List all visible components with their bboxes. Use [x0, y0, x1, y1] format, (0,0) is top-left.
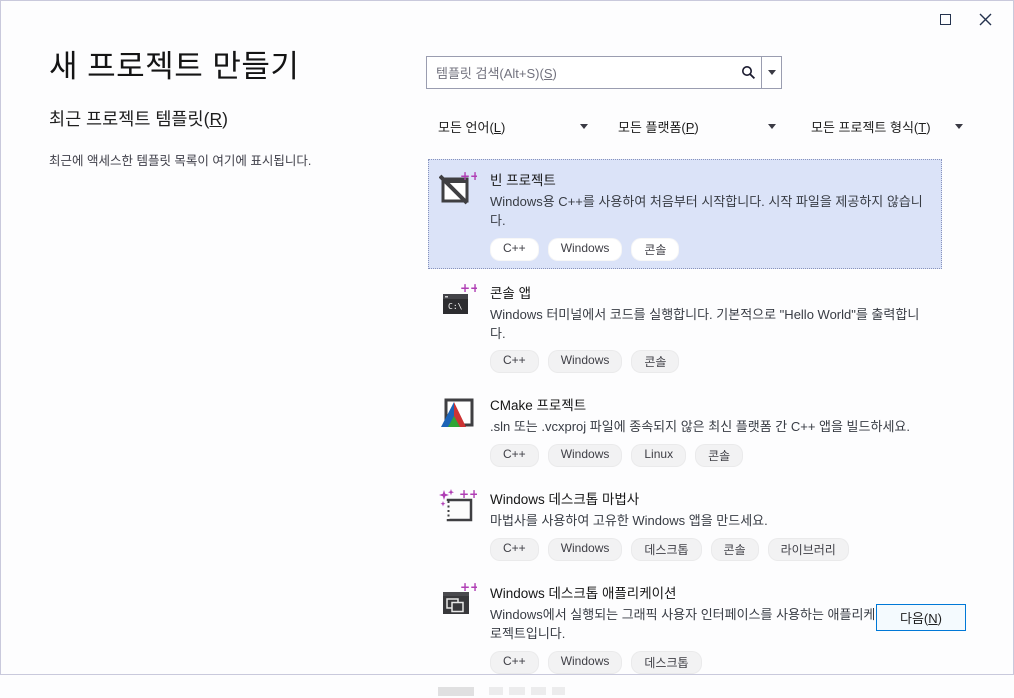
template-tag: Windows — [548, 651, 623, 674]
svg-text:++: ++ — [459, 488, 477, 501]
filter-projecttype-label: 모든 프로젝트 형식(T) — [811, 117, 931, 136]
template-description: Windows에서 실행되는 그래픽 사용자 인터페이스를 사용하는 애플리케이… — [490, 606, 931, 644]
page-title: 새 프로젝트 만들기 — [49, 41, 299, 86]
template-tag: C++ — [490, 350, 539, 373]
template-tags: C++ Windows Linux 콘솔 — [490, 444, 931, 467]
template-tag: 콘솔 — [695, 444, 743, 467]
template-description: 마법사를 사용하여 고유한 Windows 앱을 만드세요. — [490, 512, 931, 531]
template-tag: Linux — [631, 444, 686, 467]
template-item-clipped[interactable] — [428, 685, 942, 698]
template-tag: 데스크톱 — [631, 651, 701, 674]
template-tag: C++ — [490, 444, 539, 467]
cmake-icon — [439, 394, 477, 432]
filter-platform-dropdown[interactable]: 모든 플랫폼(P) — [618, 114, 776, 138]
desktop-app-icon: ++ — [439, 582, 477, 620]
maximize-button[interactable] — [925, 5, 965, 33]
empty-project-icon: ++ — [439, 169, 477, 207]
window-controls — [925, 5, 1005, 33]
template-tag: 콘솔 — [711, 538, 759, 561]
template-tag: Windows — [548, 444, 623, 467]
desktop-wizard-icon: ++ — [439, 488, 477, 526]
template-item[interactable]: ++ Windows 데스크톱 애플리케이션 Windows에서 실행되는 그래… — [428, 572, 942, 682]
clipped-template-icon — [438, 687, 474, 696]
template-item[interactable]: ++ 빈 프로젝트 Windows용 C++를 사용하여 처음부터 시작합니다.… — [428, 159, 942, 269]
recent-templates-label: 최근 프로젝트 템플릿(R) — [49, 106, 228, 131]
template-item[interactable]: ++ Windows 데스크톱 마법사 마법사를 사용하여 고유한 Window… — [428, 478, 942, 569]
chevron-down-icon — [768, 124, 776, 129]
template-title: Windows 데스크톱 마법사 — [490, 488, 931, 508]
template-tag: 라이브러리 — [768, 538, 849, 561]
template-tag: Windows — [548, 538, 623, 561]
filter-language-label: 모든 언어(L) — [438, 117, 505, 136]
svg-text:C:\: C:\ — [448, 302, 463, 311]
search-dropdown-button[interactable] — [762, 70, 781, 75]
template-tag: 콘솔 — [631, 350, 679, 373]
template-tag: 데스크톱 — [631, 538, 701, 561]
template-list: ++ 빈 프로젝트 Windows용 C++를 사용하여 처음부터 시작합니다.… — [428, 159, 942, 698]
search-placeholder: 템플릿 검색(Alt+S)(S) — [436, 63, 735, 82]
console-app-icon: C:\ ++ — [439, 282, 477, 320]
template-item[interactable]: CMake 프로젝트 .sln 또는 .vcxproj 파일에 종속되지 않은 … — [428, 384, 942, 475]
close-icon — [979, 13, 992, 26]
svg-text:++: ++ — [460, 582, 477, 594]
next-button-label: 다음(N) — [900, 608, 942, 627]
template-title: 빈 프로젝트 — [490, 169, 931, 189]
template-tags: C++ Windows 콘솔 — [490, 238, 931, 261]
close-button[interactable] — [965, 5, 1005, 33]
template-description: Windows 터미널에서 코드를 실행합니다. 기본적으로 "Hello Wo… — [490, 306, 931, 344]
template-tag: C++ — [490, 238, 539, 261]
chevron-down-icon — [580, 124, 588, 129]
search-dropdown-caret-icon — [768, 70, 776, 75]
recent-templates-empty-text: 최근에 액세스한 템플릿 목록이 여기에 표시됩니다. — [49, 150, 311, 169]
template-description: .sln 또는 .vcxproj 파일에 종속되지 않은 최신 플랫폼 간 C+… — [490, 418, 931, 437]
template-tag: Windows — [548, 350, 623, 373]
search-icon — [741, 65, 756, 80]
template-tag: 콘솔 — [631, 238, 679, 261]
template-tags: C++ Windows 데스크톱 콘솔 라이브러리 — [490, 538, 931, 561]
svg-text:++: ++ — [460, 169, 477, 183]
template-title: Windows 데스크톱 애플리케이션 — [490, 582, 931, 602]
next-button[interactable]: 다음(N) — [876, 604, 966, 631]
template-tags: C++ Windows 데스크톱 — [490, 651, 931, 674]
template-tags: C++ Windows 콘솔 — [490, 350, 931, 373]
svg-text:++: ++ — [460, 282, 477, 295]
search-input[interactable]: 템플릿 검색(Alt+S)(S) — [426, 56, 782, 89]
filter-platform-label: 모든 플랫폼(P) — [618, 117, 699, 136]
chevron-down-icon — [955, 124, 963, 129]
template-description: Windows용 C++를 사용하여 처음부터 시작합니다. 시작 파일을 제공… — [490, 193, 931, 231]
template-tag: C++ — [490, 538, 539, 561]
template-tag: Windows — [548, 238, 623, 261]
template-title: CMake 프로젝트 — [490, 394, 931, 414]
create-new-project-dialog: { "window": { "heading": "새 프로젝트 만들기" },… — [0, 0, 1014, 675]
filter-language-dropdown[interactable]: 모든 언어(L) — [438, 114, 588, 138]
template-title: 콘솔 앱 — [490, 282, 931, 302]
maximize-icon — [940, 14, 951, 25]
template-item[interactable]: C:\ ++ 콘솔 앱 Windows 터미널에서 코드를 실행합니다. 기본적으… — [428, 272, 942, 382]
template-tag: C++ — [490, 651, 539, 674]
filter-projecttype-dropdown[interactable]: 모든 프로젝트 형식(T) — [811, 114, 963, 138]
